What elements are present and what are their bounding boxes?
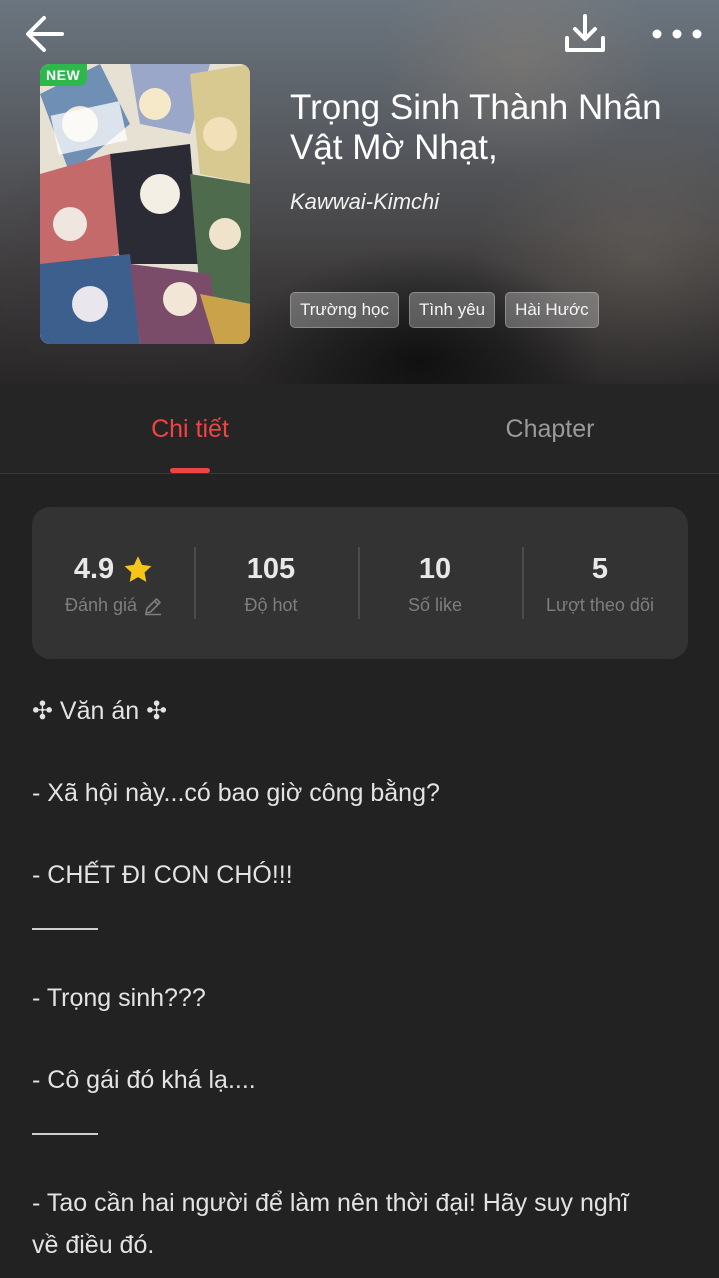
- followers-label: Lượt theo dõi: [546, 595, 654, 615]
- genre-tag[interactable]: Trường học: [290, 292, 399, 328]
- book-cover[interactable]: NEW: [40, 64, 250, 344]
- back-button[interactable]: [20, 10, 68, 58]
- book-header: NEW Trọng Sinh Thành Nhân Vật Mờ Nhạt, K…: [0, 0, 719, 384]
- stat-likes: 10 Số like: [353, 507, 517, 659]
- download-button[interactable]: [561, 10, 609, 58]
- description-line: - CHẾT ĐI CON CHÓ!!!: [32, 861, 293, 889]
- description-line: - Cô gái đó khá lạ....: [32, 1066, 256, 1094]
- separator: [32, 1133, 98, 1135]
- more-horizontal-icon: [652, 29, 702, 39]
- hot-label: Độ hot: [244, 595, 298, 615]
- separator: [32, 928, 98, 930]
- more-button[interactable]: [650, 10, 704, 58]
- stat-rating[interactable]: 4.9 Đánh giá: [32, 507, 196, 659]
- book-title: Trọng Sinh Thành Nhân Vật Mờ Nhạt,: [290, 88, 662, 167]
- description-line: - Trọng sinh???: [32, 984, 206, 1012]
- active-tab-indicator: [170, 468, 210, 473]
- likes-value: 10: [418, 553, 452, 585]
- description-line: - Tao cần hai người để làm nên thời đại!…: [32, 1189, 629, 1217]
- stat-hot: 105 Độ hot: [189, 507, 353, 659]
- tab-details[interactable]: Chi tiết: [10, 384, 370, 474]
- new-badge: NEW: [40, 64, 88, 86]
- book-author[interactable]: Kawwai-Kimchi: [290, 189, 439, 215]
- stat-followers: 5 Lượt theo dõi: [518, 507, 682, 659]
- stats-card: 4.9 Đánh giá 105 Độ hot 10 Số like 5 Lượ…: [32, 507, 688, 659]
- arrow-left-icon: [26, 16, 64, 52]
- star-icon: [124, 555, 152, 582]
- tab-chapter[interactable]: Chapter: [370, 384, 719, 474]
- cover-art: [40, 64, 250, 344]
- likes-label: Số like: [407, 595, 463, 615]
- description-line: về điều đó.: [32, 1231, 155, 1259]
- genre-tags: Trường học Tình yêu Hài Hước: [290, 292, 599, 328]
- hot-value: 105: [246, 553, 296, 585]
- rating-value: 4.9: [73, 553, 115, 585]
- genre-tag[interactable]: Tình yêu: [408, 292, 496, 328]
- download-icon: [565, 14, 605, 52]
- pencil-icon[interactable]: [143, 596, 163, 616]
- tab-bar: Chi tiết Chapter: [0, 384, 719, 474]
- followers-value: 5: [591, 553, 609, 585]
- description-heading: ✣ Văn án ✣: [32, 697, 168, 725]
- description-line: - Xã hội này...có bao giờ công bằng?: [32, 779, 440, 807]
- rating-label: Đánh giá: [64, 595, 138, 615]
- genre-tag[interactable]: Hài Hước: [505, 292, 599, 328]
